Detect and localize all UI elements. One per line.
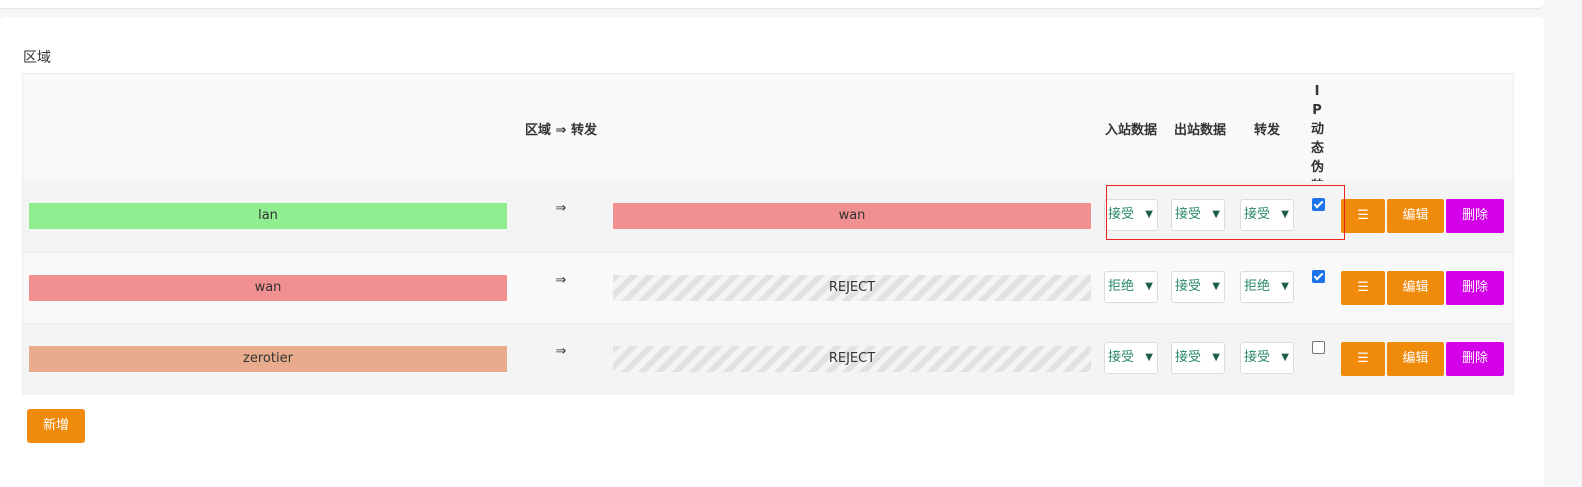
input-policy-select[interactable]: 接受 ▼ <box>1104 199 1158 231</box>
input-policy-select[interactable]: 拒绝 ▼ <box>1104 271 1158 303</box>
select-value: 接受 <box>1175 279 1202 294</box>
edit-button[interactable]: 编辑 <box>1387 342 1444 376</box>
table-row: zerotier ⇒ REJECT 接受 ▼ 接受 ▼ 接受 ▼ ☰ 编辑 删除 <box>23 323 1513 395</box>
delete-button[interactable]: 删除 <box>1446 342 1504 376</box>
chevron-down-icon: ▼ <box>1281 352 1289 363</box>
forward-policy-select[interactable]: 拒绝 ▼ <box>1240 271 1294 303</box>
table-header: 区域 ⇒ 转发 入站数据 出站数据 转发 IP动态伪装 <box>23 74 1513 194</box>
header-output: 出站数据 <box>1174 123 1227 138</box>
header-zone-forward: 区域 ⇒ 转发 <box>525 123 597 138</box>
chevron-down-icon: ▼ <box>1281 281 1289 292</box>
select-value: 接受 <box>1175 350 1202 365</box>
masquerade-checkbox[interactable] <box>1312 341 1325 354</box>
select-value: 接受 <box>1244 207 1271 222</box>
masquerade-checkbox[interactable] <box>1312 198 1325 211</box>
edit-button[interactable]: 编辑 <box>1387 271 1444 305</box>
output-policy-select[interactable]: 接受 ▼ <box>1171 199 1225 231</box>
masquerade-checkbox[interactable] <box>1312 270 1325 283</box>
forward-policy-select[interactable]: 接受 ▼ <box>1240 342 1294 374</box>
output-policy-select[interactable]: 接受 ▼ <box>1171 342 1225 374</box>
header-input: 入站数据 <box>1105 123 1158 138</box>
delete-button[interactable]: 删除 <box>1446 199 1504 233</box>
menu-button[interactable]: ☰ <box>1341 342 1385 376</box>
select-value: 接受 <box>1108 207 1135 222</box>
forward-policy-select[interactable]: 接受 ▼ <box>1240 199 1294 231</box>
arrow-icon: ⇒ <box>555 201 567 216</box>
chevron-down-icon: ▼ <box>1212 352 1220 363</box>
input-policy-select[interactable]: 接受 ▼ <box>1104 342 1158 374</box>
menu-button[interactable]: ☰ <box>1341 271 1385 305</box>
select-value: 拒绝 <box>1244 279 1271 294</box>
add-zone-button[interactable]: 新增 <box>27 409 85 443</box>
select-value: 接受 <box>1108 350 1135 365</box>
table-row: wan ⇒ REJECT 拒绝 ▼ 接受 ▼ 拒绝 ▼ ☰ 编辑 删除 <box>23 252 1513 324</box>
arrow-icon: ⇒ <box>555 273 567 288</box>
select-value: 拒绝 <box>1108 279 1135 294</box>
table-row: lan ⇒ wan 接受 ▼ 接受 ▼ 接受 ▼ ☰ 编辑 删除 <box>23 181 1513 252</box>
chevron-down-icon: ▼ <box>1212 281 1220 292</box>
zone-badge: lan <box>29 203 507 229</box>
arrow-icon: ⇒ <box>555 344 567 359</box>
zone-badge: wan <box>29 275 507 301</box>
menu-button[interactable]: ☰ <box>1341 199 1385 233</box>
header-masquerade: IP动态伪装 <box>1311 84 1325 194</box>
dest-badge: REJECT <box>613 275 1091 301</box>
edit-button[interactable]: 编辑 <box>1387 199 1444 233</box>
chevron-down-icon: ▼ <box>1145 209 1153 220</box>
select-value: 接受 <box>1175 207 1202 222</box>
chevron-down-icon: ▼ <box>1145 352 1153 363</box>
section-title: 区域 <box>23 50 51 66</box>
zone-badge: zerotier <box>29 346 507 372</box>
dest-badge: wan <box>613 203 1091 229</box>
output-policy-select[interactable]: 接受 ▼ <box>1171 271 1225 303</box>
select-value: 接受 <box>1244 350 1271 365</box>
delete-button[interactable]: 删除 <box>1446 271 1504 305</box>
top-card <box>0 0 1544 9</box>
zones-table: 区域 ⇒ 转发 入站数据 出站数据 转发 IP动态伪装 lan ⇒ wan 接受… <box>22 73 1514 395</box>
chevron-down-icon: ▼ <box>1281 209 1289 220</box>
header-forward: 转发 <box>1254 123 1281 138</box>
chevron-down-icon: ▼ <box>1212 209 1220 220</box>
dest-badge: REJECT <box>613 346 1091 372</box>
chevron-down-icon: ▼ <box>1145 281 1153 292</box>
